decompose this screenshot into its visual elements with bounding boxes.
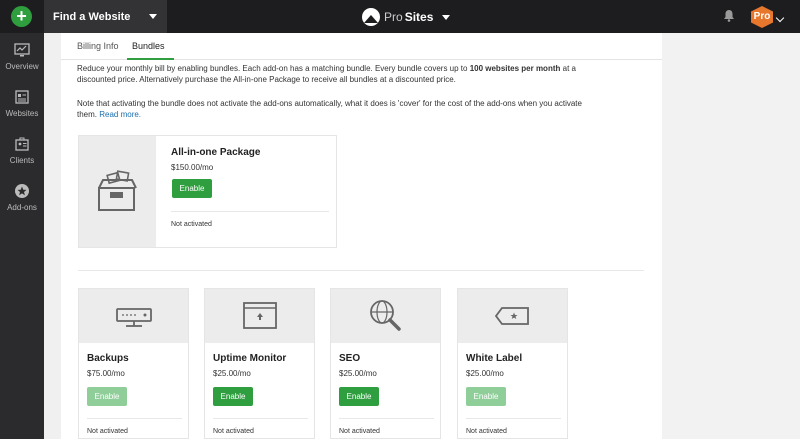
sidebar-item-label: Overview (5, 62, 39, 71)
sidebar-item-label: Add-ons (7, 203, 37, 212)
prosites-logo-icon (362, 8, 380, 26)
addon-status: Not activated (213, 428, 254, 435)
addon-image (331, 289, 440, 343)
active-tab-indicator (127, 58, 174, 60)
divider (213, 418, 308, 419)
window-icon (242, 302, 277, 329)
addon-title: SEO (339, 353, 361, 364)
divider (466, 418, 561, 419)
addon-image (458, 289, 567, 343)
chevron-down-icon[interactable] (775, 13, 785, 23)
brand-sites-text: Sites (404, 10, 434, 24)
sidebar-item-addons[interactable]: Add-ons (0, 174, 44, 221)
addon-price: $25.00/mo (466, 369, 504, 378)
addon-card-seo: SEO $25.00/mo Enable Not activated (330, 288, 441, 439)
addon-title: Uptime Monitor (213, 353, 287, 364)
box-icon (98, 170, 137, 211)
addon-status: Not activated (87, 428, 128, 435)
section-divider (78, 270, 644, 271)
tag-icon (494, 307, 529, 325)
read-more-link[interactable]: Read more. (99, 110, 141, 119)
addon-card-white-label: White Label $25.00/mo Enable Not activat… (457, 288, 568, 439)
intro-highlight: 100 websites per month (469, 64, 561, 73)
bell-icon[interactable] (723, 9, 735, 22)
brand-pro-text: Pro (384, 10, 403, 24)
sidebar-item-websites[interactable]: Websites (0, 80, 44, 127)
intro-text-part: Reduce your monthly bill by enabling bun… (77, 64, 470, 73)
sidebar-item-label: Websites (5, 109, 39, 118)
divider (171, 211, 329, 212)
addon-card-uptime-monitor: Uptime Monitor $25.00/mo Enable Not acti… (204, 288, 315, 439)
globe-search-icon (369, 300, 401, 331)
star-badge-icon (15, 184, 29, 198)
sidebar-item-label: Clients (9, 156, 35, 165)
enable-uptime-monitor-button[interactable]: Enable (213, 387, 253, 406)
website-select-label: Find a Website (53, 11, 131, 23)
addon-title: White Label (466, 353, 523, 364)
addon-status: Not activated (466, 428, 507, 435)
tab-bar: Billing Info Bundles (61, 33, 662, 60)
tab-billing-info[interactable]: Billing Info (77, 41, 119, 51)
divider (339, 418, 434, 419)
package-title: All-in-one Package (171, 147, 261, 158)
addon-card-backups: Backups $75.00/mo Enable Not activated (78, 288, 189, 439)
package-card: All-in-one Package $150.00/mo Enable Not… (78, 135, 337, 248)
divider (87, 418, 182, 419)
clients-icon (15, 137, 29, 151)
package-status: Not activated (171, 221, 212, 228)
user-avatar[interactable]: Pro (751, 6, 773, 28)
brand-menu[interactable]: Pro Sites (362, 8, 451, 26)
right-pane (662, 33, 800, 439)
enable-seo-button[interactable]: Enable (339, 387, 379, 406)
monitor-icon (14, 43, 30, 57)
website-select[interactable]: Find a Website (44, 0, 167, 33)
addon-price: $75.00/mo (87, 369, 125, 378)
note-text-body: Note that activating the bundle does not… (77, 99, 582, 119)
add-site-button[interactable]: + (11, 6, 32, 27)
enable-package-button[interactable]: Enable (172, 179, 212, 198)
sidebar-item-clients[interactable]: Clients (0, 127, 44, 174)
websites-icon (15, 90, 29, 104)
addon-image (79, 289, 188, 343)
package-image (79, 136, 156, 247)
main-content: Billing Info Bundles Reduce your monthly… (61, 33, 662, 439)
note-text: Note that activating the bundle does not… (77, 98, 587, 120)
sidebar-item-overview[interactable]: Overview (0, 33, 44, 80)
top-bar: + Find a Website Pro Sites Pro (0, 0, 800, 33)
enable-white-label-button[interactable]: Enable (466, 387, 506, 406)
chevron-down-icon (442, 14, 451, 20)
intro-text: Reduce your monthly bill by enabling bun… (77, 63, 587, 85)
server-icon (115, 308, 152, 327)
chevron-down-icon (149, 14, 157, 19)
addon-title: Backups (87, 353, 129, 364)
addon-price: $25.00/mo (213, 369, 251, 378)
package-price: $150.00/mo (171, 163, 214, 172)
enable-backups-button[interactable]: Enable (87, 387, 127, 406)
addon-status: Not activated (339, 428, 380, 435)
tab-bundles[interactable]: Bundles (132, 41, 165, 51)
addon-price: $25.00/mo (339, 369, 377, 378)
sidebar: Overview Websites Clients Add-ons (0, 33, 44, 439)
addon-image (205, 289, 314, 343)
